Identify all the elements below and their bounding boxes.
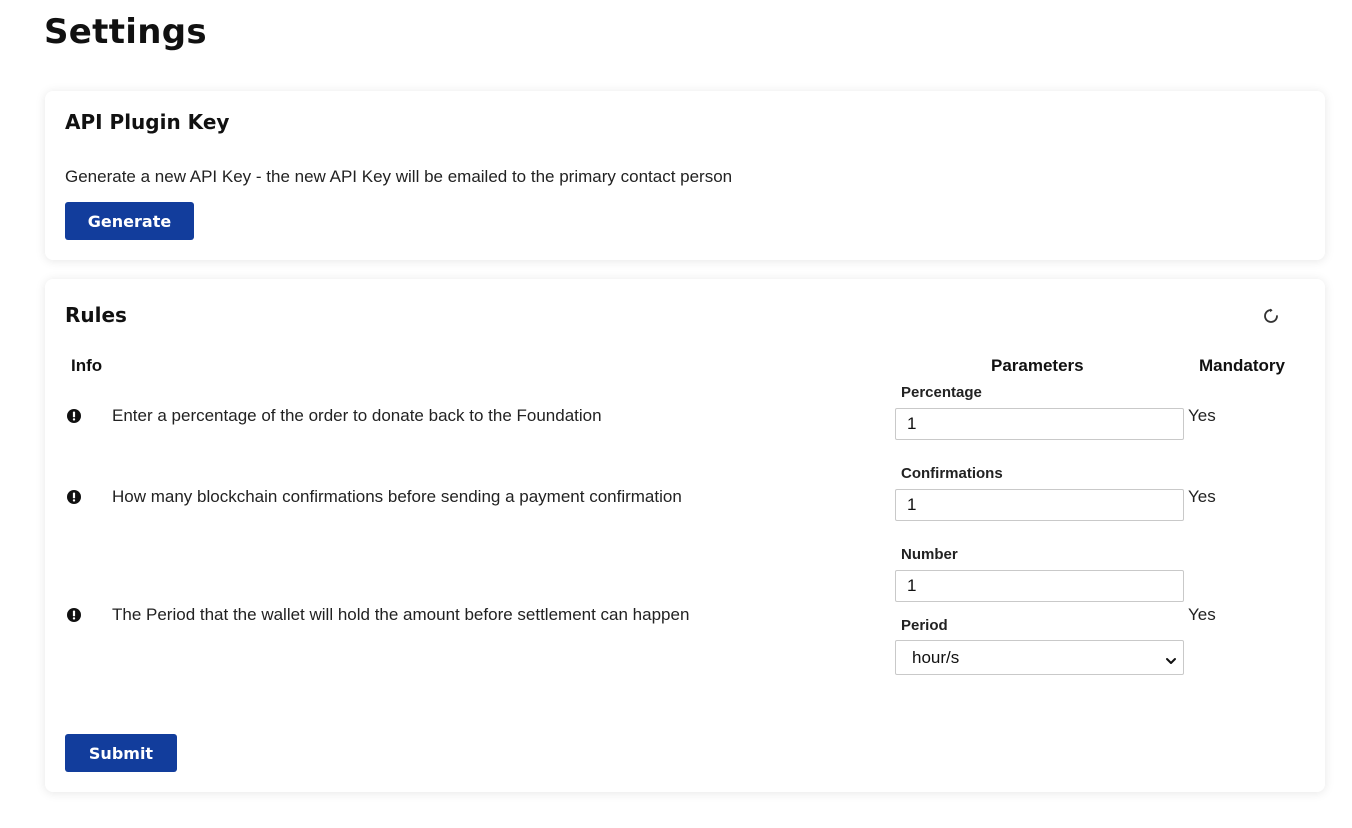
period-select-value: hour/s [912,648,960,667]
percentage-input[interactable] [895,408,1184,440]
alert-icon [67,409,81,423]
period-mandatory-value: Yes [1188,605,1216,624]
percentage-mandatory-value: Yes [1188,406,1216,425]
api-key-description: Generate a new API Key - the new API Key… [65,167,733,186]
confirmations-mandatory-value: Yes [1188,487,1216,506]
number-input[interactable] [895,570,1184,602]
rule-percentage-text: Enter a percentage of the order to donat… [112,406,602,425]
number-label: Number [901,546,958,563]
confirmations-label: Confirmations [901,465,1003,482]
rules-title: Rules [65,303,127,327]
submit-button[interactable]: Submit [65,734,177,772]
api-plugin-key-title: API Plugin Key [65,110,230,134]
alert-icon [67,608,81,622]
column-header-mandatory: Mandatory [1199,356,1285,375]
column-header-info: Info [71,356,103,375]
rule-confirmations-text: How many blockchain confirmations before… [112,487,682,506]
column-header-parameters: Parameters [991,356,1084,375]
refresh-icon[interactable] [1263,308,1279,324]
confirmations-input[interactable] [895,489,1184,521]
chevron-down-icon [1165,652,1177,664]
period-select[interactable]: hour/s [895,640,1184,675]
rule-period-text: The Period that the wallet will hold the… [112,605,690,624]
page-title: Settings [44,12,207,52]
alert-icon [67,490,81,504]
percentage-label: Percentage [901,384,982,401]
api-plugin-key-card: API Plugin Key Generate a new API Key - … [45,91,1325,260]
generate-button[interactable]: Generate [65,202,194,240]
period-label: Period [901,617,948,634]
rules-card: Rules Info Parameters Mandatory Enter a … [45,279,1325,792]
